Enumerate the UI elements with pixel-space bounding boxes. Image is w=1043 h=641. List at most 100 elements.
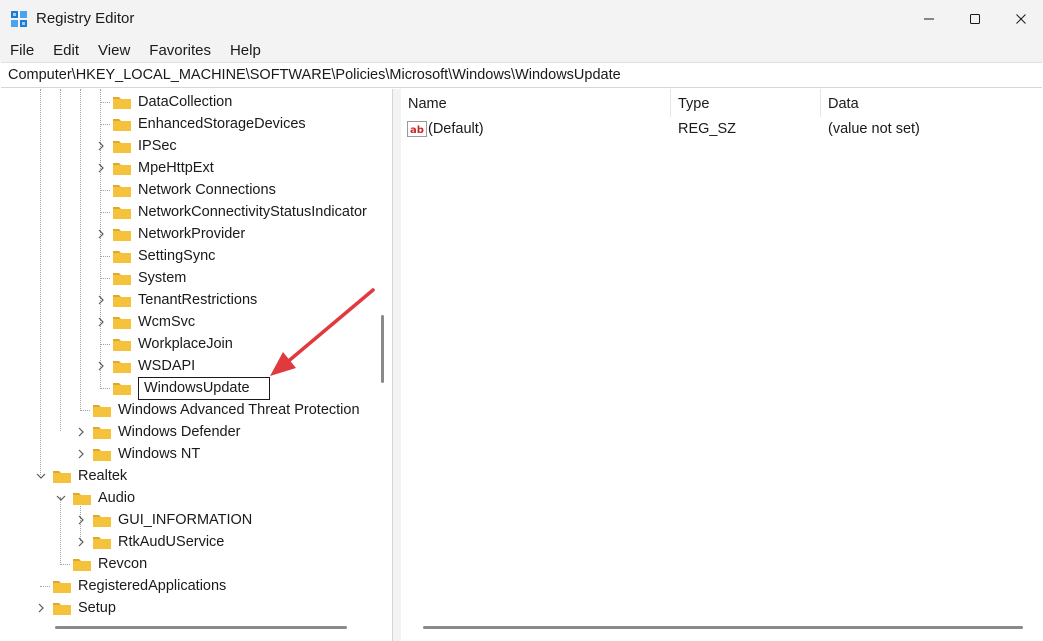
chevron-right-icon[interactable]: [74, 425, 88, 439]
folder-icon: [92, 446, 112, 462]
chevron-down-icon[interactable]: [34, 469, 48, 483]
tree-item[interactable]: TenantRestrictions: [94, 289, 257, 311]
folder-icon: [112, 336, 132, 352]
close-button[interactable]: [998, 0, 1043, 38]
chevron-right-icon[interactable]: [94, 315, 108, 329]
tree-item-label: MpeHttpExt: [138, 160, 214, 176]
chevron-right-icon[interactable]: [34, 601, 48, 615]
folder-icon: [112, 160, 132, 176]
folder-icon: [52, 578, 72, 594]
rename-key-input[interactable]: WindowsUpdate: [138, 376, 270, 400]
chevron-right-icon[interactable]: [94, 139, 108, 153]
key-tree[interactable]: DataCollection EnhancedStorageDevices IPSe…: [1, 89, 393, 641]
tree-item[interactable]: EnhancedStorageDevices: [94, 113, 306, 135]
tree-expander-spacer: [94, 205, 108, 219]
tree-expander-spacer: [94, 271, 108, 285]
minimize-button[interactable]: [906, 0, 952, 38]
tree-item[interactable]: NetworkConnectivityStatusIndicator: [94, 201, 367, 223]
chevron-right-icon[interactable]: [94, 161, 108, 175]
chevron-right-icon[interactable]: [74, 447, 88, 461]
folder-icon: [112, 182, 132, 198]
tree-expander-spacer: [94, 381, 108, 395]
folder-icon: [72, 556, 92, 572]
menu-edit[interactable]: Edit: [53, 42, 79, 59]
tree-item[interactable]: GUI_INFORMATION: [74, 509, 252, 531]
folder-icon: [112, 292, 132, 308]
tree-item-label: Windows Advanced Threat Protection: [118, 402, 360, 418]
column-header-name[interactable]: Name: [401, 89, 671, 117]
folder-icon: [92, 424, 112, 440]
tree-item[interactable]: Audio: [54, 487, 135, 509]
tree-item[interactable]: WindowsUpdate: [94, 376, 270, 400]
tree-item[interactable]: System: [94, 267, 186, 289]
folder-icon: [52, 468, 72, 484]
chevron-right-icon[interactable]: [94, 293, 108, 307]
tree-item[interactable]: WSDAPI: [94, 355, 195, 377]
title-bar: Registry Editor: [0, 0, 1043, 38]
tree-expander-spacer: [94, 117, 108, 131]
values-horizontal-scrollbar[interactable]: [423, 626, 1023, 629]
folder-icon: [112, 138, 132, 154]
menu-view[interactable]: View: [98, 42, 130, 59]
tree-item[interactable]: IPSec: [94, 135, 177, 157]
tree-item[interactable]: WcmSvc: [94, 311, 195, 333]
tree-item[interactable]: NetworkProvider: [94, 223, 245, 245]
chevron-down-icon[interactable]: [54, 491, 68, 505]
tree-item[interactable]: RtkAudUService: [74, 531, 224, 553]
tree-item-label: TenantRestrictions: [138, 292, 258, 308]
folder-icon: [112, 380, 132, 396]
maximize-button[interactable]: [952, 0, 998, 38]
menu-bar: File Edit View Favorites Help: [0, 38, 1043, 62]
column-header-type[interactable]: Type: [671, 89, 821, 117]
address-bar[interactable]: Computer\HKEY_LOCAL_MACHINE\SOFTWARE\Pol…: [1, 62, 1042, 88]
tree-item[interactable]: RegisteredApplications: [34, 575, 226, 597]
tree-item-label: RtkAudUService: [118, 534, 225, 550]
tree-item[interactable]: DataCollection: [94, 91, 232, 113]
tree-expander-spacer: [94, 249, 108, 263]
tree-connector-line: [80, 89, 81, 409]
values-list[interactable]: Name Type Data ab (Default) REG_SZ (valu…: [401, 89, 1043, 641]
tree-item-label: System: [138, 270, 187, 286]
folder-icon: [92, 512, 112, 528]
chevron-right-icon[interactable]: [94, 227, 108, 241]
tree-item[interactable]: SettingSync: [94, 245, 215, 267]
svg-text:ab: ab: [410, 125, 424, 136]
folder-icon: [112, 116, 132, 132]
tree-expander-spacer: [94, 95, 108, 109]
folder-icon: [112, 314, 132, 330]
tree-item[interactable]: Setup: [34, 597, 116, 619]
chevron-right-icon[interactable]: [94, 359, 108, 373]
tree-horizontal-scrollbar[interactable]: [55, 626, 347, 629]
menu-file[interactable]: File: [10, 42, 34, 59]
chevron-right-icon[interactable]: [74, 513, 88, 527]
tree-item-label: Network Connections: [138, 182, 276, 198]
tree-connector-line: [40, 89, 41, 475]
tree-item[interactable]: Revcon: [54, 553, 147, 575]
tree-vertical-scrollbar[interactable]: [381, 315, 384, 383]
tree-item[interactable]: MpeHttpExt: [94, 157, 214, 179]
tree-item-label: DataCollection: [138, 94, 233, 110]
folder-icon: [92, 402, 112, 418]
tree-expander-spacer: [54, 557, 68, 571]
tree-item[interactable]: Windows Advanced Threat Protection: [74, 399, 360, 421]
window-title: Registry Editor: [36, 10, 135, 27]
value-name: (Default): [428, 121, 484, 137]
tree-item-label: Realtek: [78, 468, 128, 484]
tree-item-label: SettingSync: [138, 248, 216, 264]
menu-favorites[interactable]: Favorites: [149, 42, 211, 59]
tree-item-label: NetworkProvider: [138, 226, 246, 242]
folder-icon: [72, 490, 92, 506]
tree-item[interactable]: Realtek: [34, 465, 127, 487]
menu-help[interactable]: Help: [230, 42, 261, 59]
value-row[interactable]: ab (Default) REG_SZ (value not set): [401, 118, 1041, 140]
tree-item[interactable]: Windows Defender: [74, 421, 241, 443]
folder-icon: [52, 600, 72, 616]
minimize-icon: [924, 18, 934, 20]
tree-item-label: Audio: [98, 490, 136, 506]
pane-splitter[interactable]: [393, 89, 401, 641]
tree-item[interactable]: WorkplaceJoin: [94, 333, 233, 355]
column-header-data[interactable]: Data: [821, 89, 1041, 117]
tree-item[interactable]: Network Connections: [94, 179, 276, 201]
tree-item[interactable]: Windows NT: [74, 443, 200, 465]
chevron-right-icon[interactable]: [74, 535, 88, 549]
